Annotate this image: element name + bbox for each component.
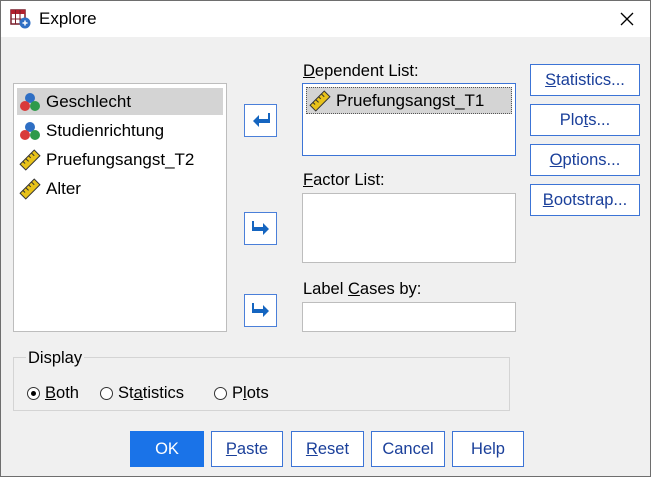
- move-to-factor-button[interactable]: [244, 212, 277, 245]
- list-item-label: Geschlecht: [46, 91, 132, 111]
- list-item[interactable]: Pruefungsangst_T2: [17, 146, 223, 173]
- scale-variable-icon: [309, 89, 331, 112]
- list-item[interactable]: Alter: [17, 175, 223, 202]
- nominal-variable-icon: [20, 92, 40, 111]
- radio-unchecked-icon: [214, 387, 227, 400]
- statistics-button[interactable]: Statistics...: [530, 64, 640, 96]
- list-item[interactable]: Pruefungsangst_T1: [306, 87, 512, 114]
- factor-list-label: Factor List:: [303, 171, 385, 189]
- dependent-list-label: Dependent List:: [303, 62, 419, 80]
- move-to-dependent-button[interactable]: [244, 104, 277, 137]
- paste-button[interactable]: Paste: [211, 431, 283, 467]
- list-item-label: Alter: [46, 178, 81, 198]
- list-item-label: Studienrichtung: [46, 120, 165, 140]
- close-icon: [620, 12, 634, 26]
- dependent-list[interactable]: Pruefungsangst_T1: [302, 83, 516, 156]
- arrow-right-icon: [251, 302, 269, 317]
- display-group-label: Display: [26, 349, 85, 368]
- move-to-label-cases-button[interactable]: [244, 294, 277, 327]
- label-cases-field[interactable]: [302, 302, 516, 332]
- arrow-left-icon: [252, 112, 270, 127]
- scale-variable-icon: [19, 177, 41, 200]
- label-cases-label: Label Cases by:: [303, 280, 422, 298]
- arrow-right-icon: [251, 220, 269, 235]
- options-button[interactable]: Options...: [530, 144, 640, 176]
- radio-statistics[interactable]: St a tistics: [100, 384, 184, 403]
- nominal-variable-icon: [20, 121, 40, 140]
- list-item-label: Pruefungsangst_T1: [336, 90, 485, 110]
- close-button[interactable]: [604, 1, 650, 37]
- window-title: Explore: [39, 9, 97, 28]
- list-item[interactable]: Geschlecht: [17, 88, 223, 115]
- radio-checked-icon: [27, 387, 40, 400]
- list-item-label: Pruefungsangst_T2: [46, 149, 195, 169]
- radio-unchecked-icon: [100, 387, 113, 400]
- list-item[interactable]: Studienrichtung: [17, 117, 223, 144]
- scale-variable-icon: [19, 148, 41, 171]
- spss-app-icon: [10, 9, 31, 29]
- cancel-button[interactable]: Cancel: [371, 431, 445, 467]
- source-variable-list[interactable]: Geschlecht Studienrichtung Pruefungsangs…: [13, 83, 227, 332]
- help-button[interactable]: Help: [452, 431, 524, 467]
- reset-button[interactable]: Reset: [291, 431, 364, 467]
- ok-button[interactable]: OK: [130, 431, 204, 467]
- radio-both[interactable]: Both: [27, 384, 79, 403]
- bootstrap-button[interactable]: Bootstrap...: [530, 184, 640, 216]
- plots-button[interactable]: Plo t s...: [530, 104, 640, 136]
- explore-dialog: Explore Geschlecht Studienrichtung Pruef…: [0, 0, 651, 477]
- title-bar: Explore: [1, 1, 650, 37]
- radio-plots[interactable]: Pl ots: [214, 384, 269, 403]
- factor-list[interactable]: [302, 193, 516, 263]
